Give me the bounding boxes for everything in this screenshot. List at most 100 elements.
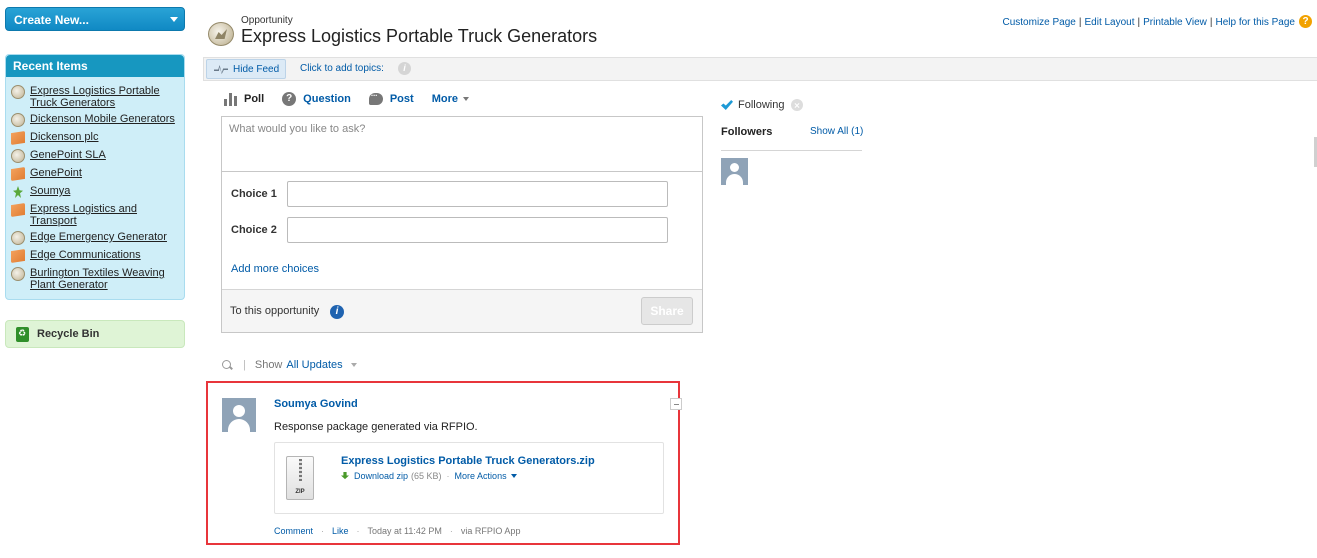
like-link[interactable]: Like bbox=[332, 526, 349, 536]
account-icon bbox=[11, 249, 25, 263]
choice-row: Choice 1 bbox=[231, 181, 668, 207]
zip-file-icon[interactable]: ZIP bbox=[286, 456, 314, 500]
account-icon bbox=[11, 203, 25, 217]
choice-1-label: Choice 1 bbox=[231, 188, 277, 200]
feed-item-author[interactable]: Soumya Govind bbox=[274, 398, 358, 410]
recent-item[interactable]: GenePoint SLA bbox=[11, 149, 180, 163]
hide-feed-button[interactable]: Hide Feed bbox=[206, 59, 286, 79]
download-link[interactable]: Download zip bbox=[354, 471, 408, 481]
feed-item-footer: Comment · Like · Today at 11:42 PM · via… bbox=[274, 526, 520, 536]
download-icon bbox=[341, 471, 349, 480]
customize-page-link[interactable]: Customize Page bbox=[1003, 17, 1076, 28]
add-more-choices-link[interactable]: Add more choices bbox=[231, 263, 319, 275]
unfollow-icon[interactable] bbox=[791, 99, 804, 111]
recycle-bin-icon bbox=[16, 326, 29, 342]
attachment-card: ZIP Express Logistics Portable Truck Gen… bbox=[274, 442, 664, 514]
separator-dot: · bbox=[449, 526, 453, 536]
recent-item-link[interactable]: Express Logistics Portable Truck Generat… bbox=[30, 85, 180, 109]
recent-item-link[interactable]: Dickenson Mobile Generators bbox=[30, 113, 175, 125]
separator-dot: · bbox=[356, 526, 360, 536]
account-icon bbox=[11, 131, 25, 145]
recent-item[interactable]: Express Logistics and Transport bbox=[11, 203, 180, 227]
opportunity-icon bbox=[11, 267, 25, 281]
recent-items-panel: Recent Items Express Logistics Portable … bbox=[5, 54, 185, 300]
separator-dot: · bbox=[321, 526, 325, 536]
help-page-link[interactable]: Help for this Page bbox=[1216, 17, 1296, 28]
chevron-down-icon[interactable] bbox=[510, 474, 517, 478]
recent-item[interactable]: Soumya bbox=[11, 185, 180, 199]
feed-item: Soumya Govind Response package generated… bbox=[206, 381, 682, 545]
recent-item[interactable]: Express Logistics Portable Truck Generat… bbox=[11, 85, 180, 109]
recent-item-link[interactable]: Burlington Textiles Weaving Plant Genera… bbox=[30, 267, 180, 291]
link-separator: | bbox=[1209, 17, 1213, 28]
recent-items-list: Express Logistics Portable Truck Generat… bbox=[6, 77, 184, 291]
recent-item[interactable]: Burlington Textiles Weaving Plant Genera… bbox=[11, 267, 180, 291]
checkmark-icon bbox=[721, 100, 733, 110]
tab-post[interactable]: Post bbox=[368, 91, 414, 105]
feed-toolbar: Hide Feed Click to add topics: i bbox=[203, 57, 1317, 81]
edit-layout-link[interactable]: Edit Layout bbox=[1084, 17, 1134, 28]
chevron-down-icon bbox=[462, 97, 469, 101]
choice-1-input[interactable] bbox=[287, 181, 668, 207]
help-icon[interactable]: ? bbox=[1299, 15, 1312, 28]
recent-item-link[interactable]: Express Logistics and Transport bbox=[30, 203, 180, 227]
tab-question-label: Question bbox=[303, 93, 351, 105]
filter-dropdown[interactable]: All Updates bbox=[286, 359, 342, 371]
feed-filter: | Show All Updates bbox=[222, 359, 357, 371]
feed-pulse-icon bbox=[214, 65, 228, 74]
share-target-label: To this opportunity bbox=[230, 305, 320, 317]
create-new-label: Create New... bbox=[14, 13, 89, 27]
recent-item-link[interactable]: Edge Communications bbox=[30, 249, 141, 261]
recent-item[interactable]: Dickenson plc bbox=[11, 131, 180, 145]
avatar[interactable] bbox=[721, 158, 748, 185]
recent-item[interactable]: GenePoint bbox=[11, 167, 180, 181]
page-object-type: Opportunity bbox=[241, 15, 293, 26]
tab-poll-label: Poll bbox=[244, 93, 265, 105]
recent-item[interactable]: Edge Emergency Generator bbox=[11, 231, 180, 245]
more-actions-link[interactable]: More Actions bbox=[455, 471, 507, 481]
poll-icon bbox=[224, 92, 237, 106]
tab-post-label: Post bbox=[389, 93, 414, 105]
link-separator: | bbox=[1078, 17, 1082, 28]
recent-item-link[interactable]: Dickenson plc bbox=[30, 131, 98, 143]
filter-separator: | bbox=[243, 359, 246, 371]
poll-question-input[interactable]: What would you like to ask? bbox=[222, 117, 702, 172]
account-icon bbox=[11, 167, 25, 181]
recent-item[interactable]: Dickenson Mobile Generators bbox=[11, 113, 180, 127]
tab-more[interactable]: More bbox=[432, 93, 469, 105]
recent-item-link[interactable]: GenePoint SLA bbox=[30, 149, 106, 161]
show-all-followers-link[interactable]: Show All (1) bbox=[810, 126, 863, 137]
info-icon[interactable]: i bbox=[398, 62, 411, 75]
attachment-name-link[interactable]: Express Logistics Portable Truck Generat… bbox=[341, 455, 595, 467]
following-label: Following bbox=[738, 99, 785, 111]
info-icon[interactable]: i bbox=[330, 305, 344, 319]
source-label: via RFPIO App bbox=[460, 526, 521, 536]
printable-view-link[interactable]: Printable View bbox=[1143, 17, 1207, 28]
separator-dot: · bbox=[446, 471, 450, 481]
followers-heading: Followers bbox=[721, 126, 773, 138]
chevron-down-icon[interactable] bbox=[350, 363, 357, 367]
recent-item-link[interactable]: GenePoint bbox=[30, 167, 82, 179]
recent-item-link[interactable]: Soumya bbox=[30, 185, 70, 197]
tab-poll[interactable]: Poll bbox=[224, 92, 264, 106]
share-button[interactable]: Share bbox=[641, 297, 693, 325]
divider bbox=[721, 150, 862, 151]
choice-2-input[interactable] bbox=[287, 217, 668, 243]
avatar[interactable] bbox=[222, 398, 256, 432]
filter-show-label: Show bbox=[254, 359, 283, 371]
recent-items-title: Recent Items bbox=[6, 55, 184, 77]
create-new-button[interactable]: Create New... bbox=[5, 7, 185, 31]
publisher-footer: To this opportunity i Share bbox=[222, 289, 702, 332]
add-topics-link[interactable]: Click to add topics: bbox=[300, 63, 384, 74]
recent-item[interactable]: Edge Communications bbox=[11, 249, 180, 263]
search-icon[interactable] bbox=[222, 359, 233, 371]
choice-row: Choice 2 bbox=[231, 217, 668, 243]
comment-link[interactable]: Comment bbox=[274, 526, 313, 536]
recycle-bin-link[interactable]: Recycle Bin bbox=[5, 320, 185, 348]
tab-question[interactable]: ? Question bbox=[282, 92, 351, 106]
zip-file-label: ZIP bbox=[295, 489, 305, 495]
collapse-icon[interactable] bbox=[670, 398, 682, 410]
recycle-bin-label: Recycle Bin bbox=[37, 328, 100, 340]
recent-item-link[interactable]: Edge Emergency Generator bbox=[30, 231, 167, 243]
tab-more-label: More bbox=[431, 93, 458, 105]
